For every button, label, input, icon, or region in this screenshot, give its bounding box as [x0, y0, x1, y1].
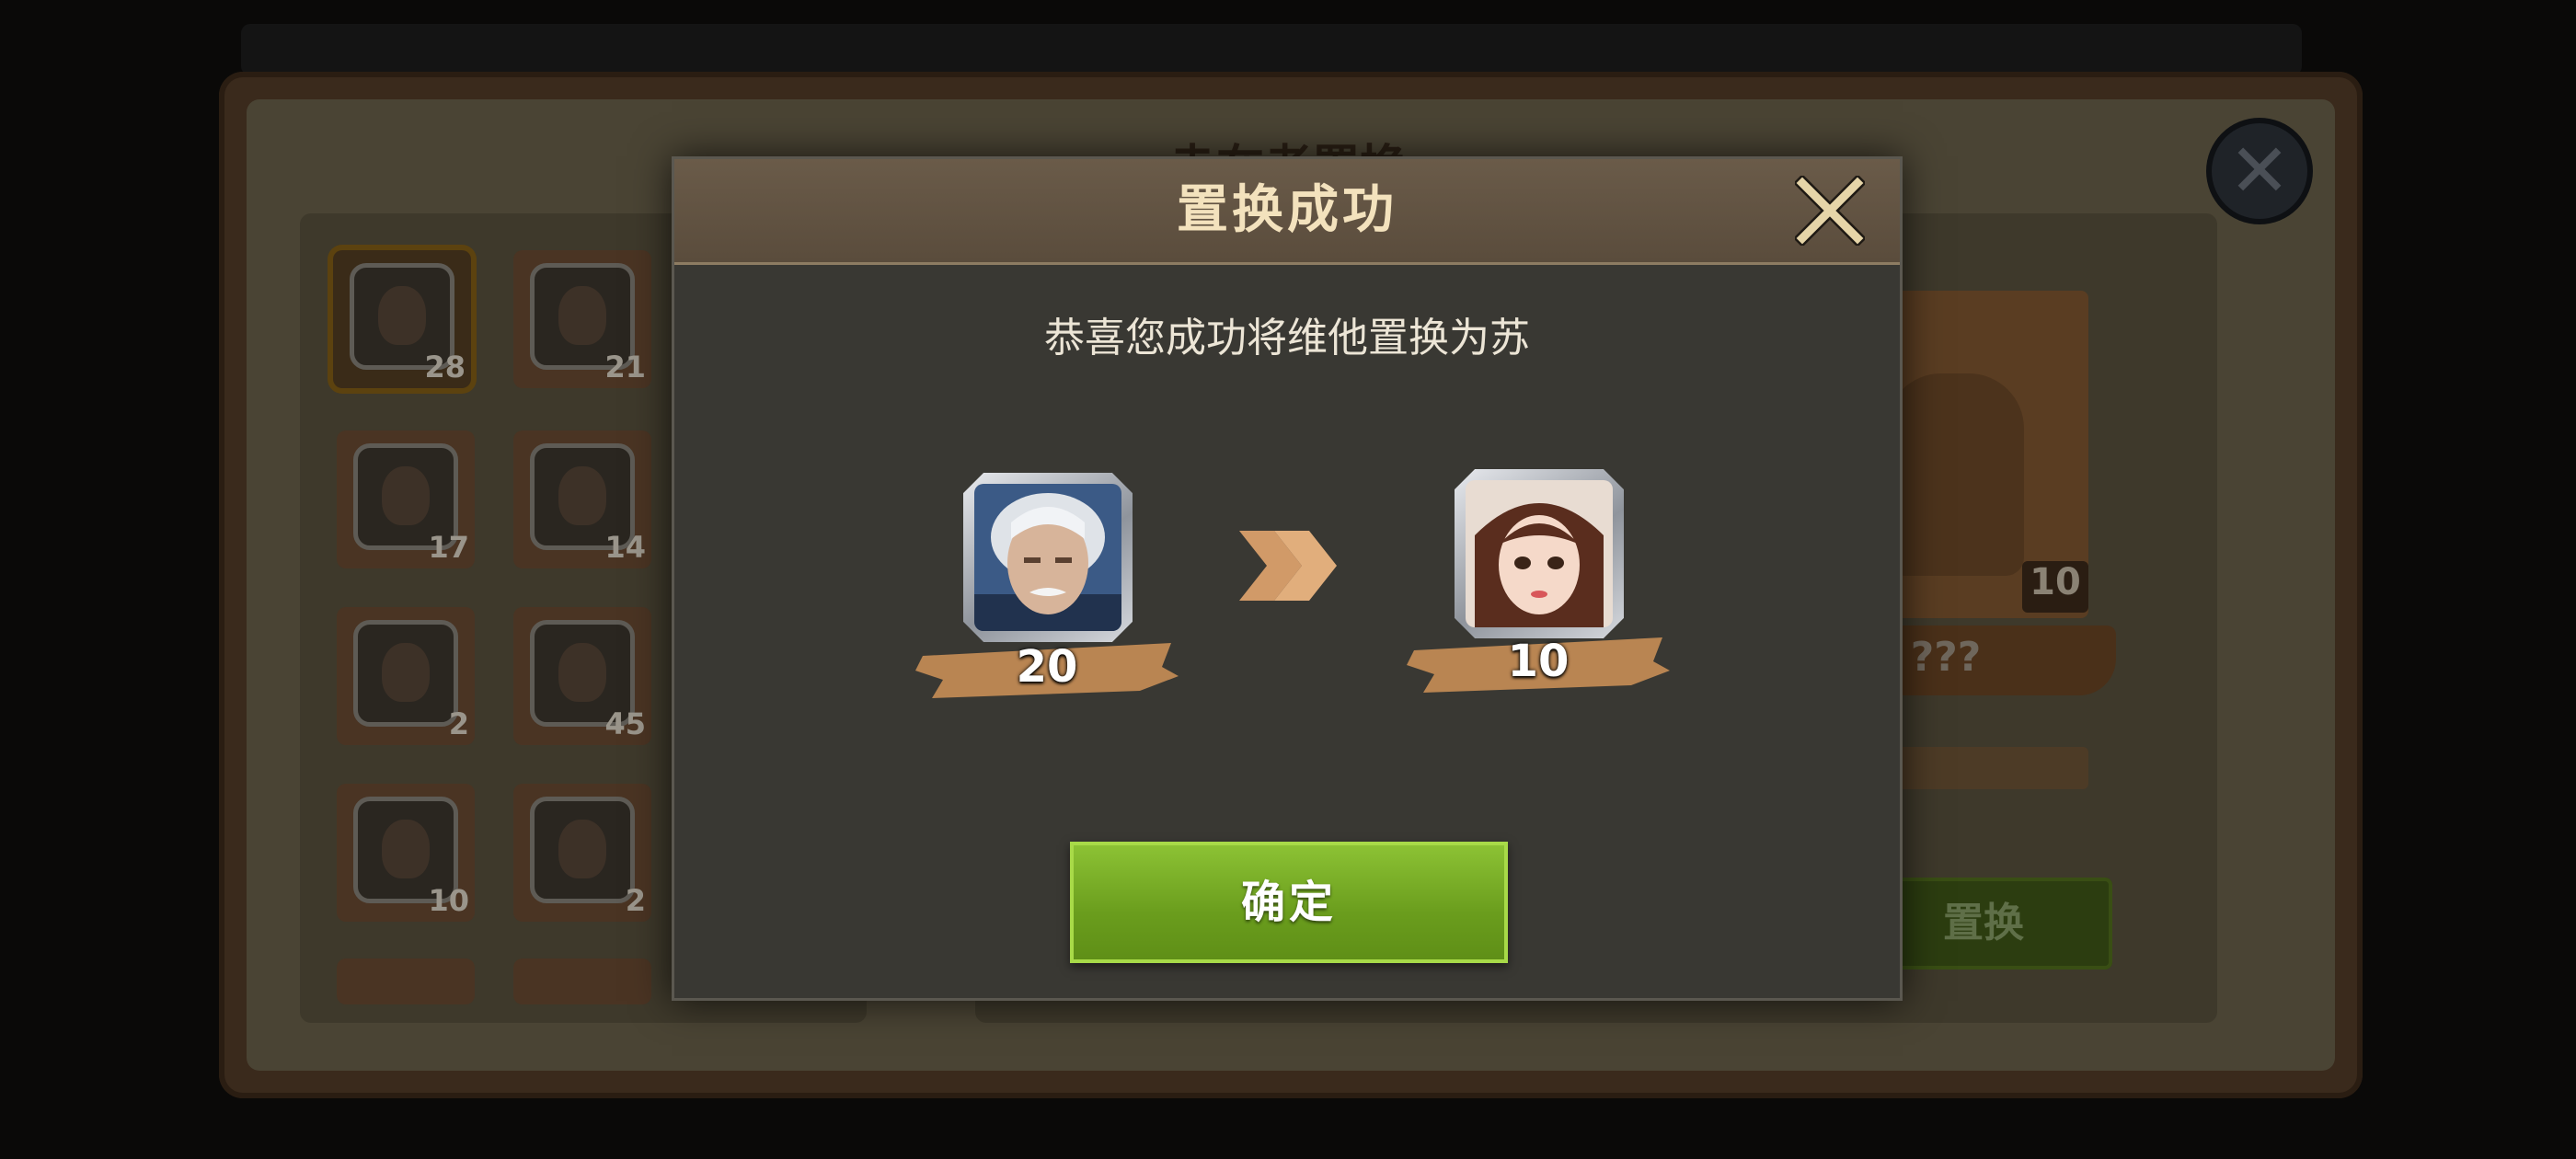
from-hero-card: [963, 473, 1133, 642]
dialog-title: 置换成功: [1177, 180, 1397, 240]
hero-count: 2: [625, 883, 646, 918]
to-hero-count: 10: [1507, 636, 1570, 687]
hero-list-item: 17: [337, 430, 475, 568]
hero-list-item: 28: [333, 250, 471, 388]
hero-count: 17: [428, 530, 469, 565]
old-man-portrait-icon: [974, 484, 1121, 631]
double-chevron-right-icon: [1237, 527, 1339, 604]
hero-count: 28: [424, 350, 466, 384]
hero-list-item: 10: [337, 784, 475, 922]
hero-list-item: 2: [337, 607, 475, 745]
close-button[interactable]: [1793, 174, 1867, 247]
hero-list-item: [513, 958, 651, 1004]
hero-count: 21: [604, 350, 646, 384]
hero-count: 14: [604, 530, 646, 565]
success-message: 恭喜您成功将维他置换为苏: [1044, 315, 1530, 361]
hero-count: 45: [604, 706, 646, 741]
close-icon: [1793, 174, 1867, 247]
hero-portrait-icon: [530, 797, 635, 903]
confirm-button-label: 确定: [1240, 877, 1337, 928]
hero-portrait-icon: [353, 620, 458, 727]
background-close-icon: ✕: [2212, 123, 2307, 219]
background-top-bar: [241, 24, 2302, 75]
hero-list-item: 21: [513, 250, 651, 388]
from-hero-ribbon: 20: [914, 639, 1180, 700]
hero-count: 2: [448, 706, 469, 741]
hero-list-item: [337, 958, 475, 1004]
hero-list-item: 2: [513, 784, 651, 922]
target-hero-count: 10: [2022, 561, 2088, 613]
young-woman-portrait-icon: [1466, 480, 1613, 627]
confirm-button[interactable]: 确定: [1070, 842, 1508, 963]
from-hero-count: 20: [1016, 641, 1078, 693]
hero-list-item: 45: [513, 607, 651, 745]
hero-list-item: 14: [513, 430, 651, 568]
hero-count: 10: [428, 883, 469, 918]
swap-success-dialog: 置换成功 恭喜您成功将维他置换为苏 20 10 确定: [672, 156, 1903, 1001]
to-hero-card: [1455, 469, 1624, 638]
to-hero-ribbon: 10: [1405, 634, 1672, 694]
